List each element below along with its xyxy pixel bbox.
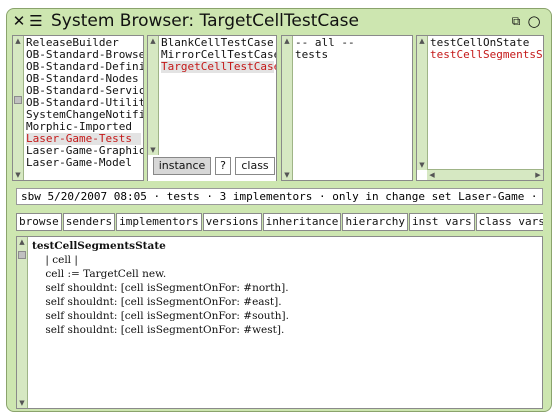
scroll-up-icon[interactable]: ▲ xyxy=(148,36,158,46)
scroll-down-icon[interactable]: ▼ xyxy=(148,145,158,155)
protocol-list-item[interactable]: tests xyxy=(295,49,410,61)
category-scrollbar[interactable]: ▲ ▼ xyxy=(13,36,24,180)
senders-button[interactable]: senders xyxy=(62,213,116,231)
hierarchy-button[interactable]: hierarchy xyxy=(342,213,409,231)
system-browser-window: ✕ ☰ System Browser: TargetCellTestCase ⧉… xyxy=(6,8,552,412)
scroll-left-icon[interactable]: ◀ xyxy=(427,170,437,180)
protocol-list[interactable]: -- all -- tests xyxy=(295,37,410,61)
method-scrollbar[interactable]: ▲ ▼ xyxy=(417,36,428,170)
scroll-right-icon[interactable]: ▶ xyxy=(533,170,543,180)
category-list-pane[interactable]: ▲ ▼ ReleaseBuilderOB-Standard-BrowsersOB… xyxy=(12,35,144,181)
scroll-up-icon[interactable]: ▲ xyxy=(282,36,292,46)
scroll-down-icon[interactable]: ▼ xyxy=(417,160,427,170)
category-list[interactable]: ReleaseBuilderOB-Standard-BrowsersOB-Sta… xyxy=(26,37,143,169)
scroll-down-icon[interactable]: ▼ xyxy=(17,398,27,408)
scroll-up-icon[interactable]: ▲ xyxy=(417,36,427,46)
window-menu-icon[interactable]: ☰ xyxy=(29,13,43,29)
method-list-pane[interactable]: ▲ ▼ testCellOnStatetestCellSegmentsState… xyxy=(416,35,544,181)
navigation-button-bar: browse senders implementors versions inherit… xyxy=(16,213,543,233)
code-line: | cell | xyxy=(32,254,78,266)
close-icon[interactable]: ✕ xyxy=(12,13,26,29)
method-hscrollbar[interactable]: ◀ ▶ xyxy=(427,169,543,180)
protocol-scrollbar[interactable]: ▲ ▼ xyxy=(282,36,293,180)
code-line: self shouldnt: [cell isSegmentOnFor: #we… xyxy=(32,324,285,336)
instance-class-toggle: instance ? class xyxy=(153,157,279,179)
class-list[interactable]: BlankCellTestCase MirrorCellTestCase Targe… xyxy=(161,37,276,73)
class-toggle-button[interactable]: class xyxy=(235,157,275,175)
category-list-item[interactable]: Laser-Game-Model xyxy=(26,157,141,169)
code-line: self shouldnt: [cell isSegmentOnFor: #so… xyxy=(32,310,289,322)
window-title: System Browser: TargetCellTestCase xyxy=(51,11,359,31)
code-line: cell := TargetCell new. xyxy=(32,268,167,280)
scroll-down-icon[interactable]: ▼ xyxy=(13,170,23,180)
scrollbar-thumb[interactable] xyxy=(14,96,22,104)
browse-button[interactable]: browse xyxy=(16,213,62,231)
class-scrollbar[interactable]: ▲ ▼ xyxy=(148,36,159,155)
class-vars-button[interactable]: class vars xyxy=(475,213,543,231)
inheritance-button[interactable]: inheritance xyxy=(262,213,342,231)
inst-vars-button[interactable]: inst vars xyxy=(409,213,475,231)
title-bar[interactable]: ✕ ☰ System Browser: TargetCellTestCase ⧉… xyxy=(7,9,551,35)
help-button[interactable]: ? xyxy=(215,157,231,175)
implementors-button[interactable]: implementors xyxy=(116,213,202,231)
method-header: testCellSegmentsState xyxy=(32,240,166,252)
collapse-icon[interactable]: ⧉ xyxy=(509,13,523,29)
expand-icon[interactable]: ○ xyxy=(527,13,541,29)
scrollbar-thumb[interactable] xyxy=(18,251,26,259)
class-list-item[interactable]: TargetCellTestCase xyxy=(161,61,276,73)
source-code-pane[interactable]: ▲ ▼ testCellSegmentsState | cell | cell … xyxy=(16,236,543,409)
scroll-down-icon[interactable]: ▼ xyxy=(282,170,292,180)
annotation-pane: sbw 5/20/2007 08:05 · tests · 3 implemen… xyxy=(16,188,543,205)
source-text[interactable]: testCellSegmentsState | cell | cell := T… xyxy=(32,239,538,337)
versions-button[interactable]: versions xyxy=(202,213,262,231)
code-line: self shouldnt: [cell isSegmentOnFor: #no… xyxy=(32,282,289,294)
scroll-up-icon[interactable]: ▲ xyxy=(17,237,27,247)
scroll-up-icon[interactable]: ▲ xyxy=(13,36,23,46)
method-list[interactable]: testCellOnStatetestCellSegmentsState xyxy=(430,37,543,61)
method-list-item[interactable]: testCellSegmentsState xyxy=(430,49,543,61)
source-scrollbar[interactable]: ▲ ▼ xyxy=(17,237,28,408)
protocol-list-pane[interactable]: ▲ ▼ -- all -- tests xyxy=(281,35,413,181)
code-line: self shouldnt: [cell isSegmentOnFor: #ea… xyxy=(32,296,282,308)
instance-toggle-button[interactable]: instance xyxy=(153,157,211,175)
